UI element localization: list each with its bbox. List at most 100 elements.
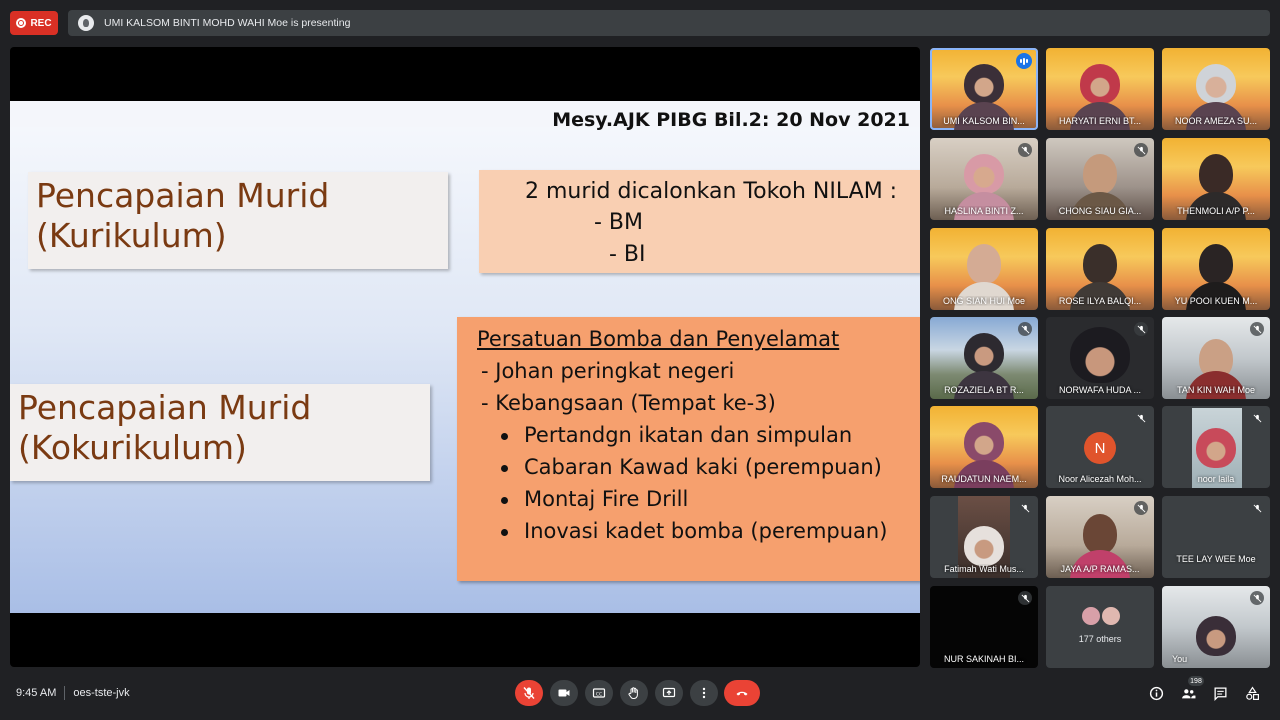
koko-bullet-item: Cabaran Kawad kaki (perempuan): [501, 455, 882, 479]
participant-video: [1196, 428, 1236, 468]
koko-heading: Persatuan Bomba dan Penyelamat: [477, 327, 840, 351]
participant-name: ONG SIAN HUI Moe: [942, 296, 1025, 306]
kokurikulum-title-box: Pencapaian Murid (Kokurikulum): [10, 384, 430, 481]
participant-name: NUR SAKINAH BI...: [943, 654, 1024, 664]
participant-tile[interactable]: UMI KALSOM BIN...: [930, 48, 1038, 130]
record-icon: [16, 18, 27, 28]
others-count: 177 others: [1078, 634, 1122, 644]
kurikulum-title-line2: (Kurikulum): [36, 216, 227, 256]
participant-tile[interactable]: TAN KIN WAH Moe: [1162, 317, 1270, 399]
kokurikulum-title-line1: Pencapaian Murid: [18, 388, 312, 427]
participant-name: JAYA A/P RAMAS...: [1060, 564, 1140, 574]
participant-tile[interactable]: HARYATI ERNI BT...: [1046, 48, 1154, 130]
clock-time: 9:45 AM: [16, 687, 57, 699]
koko-subline: - Kebangsaan (Tempat ke-3): [481, 391, 776, 415]
participant-tile[interactable]: TEE LAY WEE Moe: [1162, 496, 1270, 578]
participant-video: [1196, 64, 1236, 104]
participant-tile[interactable]: noor laila: [1162, 406, 1270, 488]
participant-tile[interactable]: NOOR AMEZA SU...: [1162, 48, 1270, 130]
participant-name: YU POOI KUEN M...: [1174, 296, 1258, 306]
speaking-indicator-icon: [1016, 53, 1032, 69]
recording-badge: REC: [10, 11, 58, 35]
participant-name: HARYATI ERNI BT...: [1058, 116, 1141, 126]
participant-name: ROSE ILYA BALQI...: [1058, 296, 1142, 306]
mic-off-icon: [1250, 591, 1264, 605]
present-icon: [662, 687, 676, 698]
participant-tile[interactable]: N Noor Alicezah Moh...: [1046, 406, 1154, 488]
participant-name: ROZAZIELA BT R...: [944, 385, 1024, 395]
participant-tile[interactable]: HASLINA BINTI Z...: [930, 138, 1038, 220]
others-avatars: [1080, 605, 1124, 627]
self-tile[interactable]: You: [1162, 586, 1270, 668]
participant-video: [1083, 154, 1117, 194]
meeting-code: oes-tste-jvk: [73, 687, 130, 699]
koko-bullet-item: Inovasi kadet bomba (perempuan): [501, 519, 887, 543]
mic-off-icon: [1250, 322, 1264, 336]
hang-up-icon: [736, 691, 748, 696]
participant-video: [1083, 514, 1117, 554]
hand-icon: [628, 687, 638, 700]
raise-hand-button[interactable]: [620, 680, 648, 706]
participant-tile[interactable]: ONG SIAN HUI Moe: [930, 228, 1038, 310]
kokurikulum-title-line2: (Kokurikulum): [18, 428, 247, 468]
mic-off-icon: [1134, 411, 1148, 425]
participant-video: [964, 64, 1004, 104]
activities-icon: [1245, 686, 1259, 700]
captions-icon: CC: [592, 688, 606, 698]
others-tile[interactable]: 177 others: [1046, 586, 1154, 668]
rec-label: REC: [30, 17, 52, 29]
participant-tile[interactable]: ROZAZIELA BT R...: [930, 317, 1038, 399]
kurikulum-line: - BI: [609, 242, 646, 267]
participant-name: THENMOLI A/P P...: [1177, 206, 1255, 216]
mic-toggle-button[interactable]: [515, 680, 543, 706]
mic-off-icon: [1018, 143, 1032, 157]
presenter-text: UMI KALSOM BINTI MOHD WAHI Moe is presen…: [104, 17, 351, 29]
mic-off-icon: [1018, 322, 1032, 336]
bullet-icon: [501, 432, 508, 440]
kurikulum-title-box: Pencapaian Murid (Kurikulum): [28, 172, 448, 269]
participant-tile[interactable]: NUR SAKINAH BI...: [930, 586, 1038, 668]
participant-name: You: [1172, 654, 1188, 664]
participant-tile[interactable]: JAYA A/P RAMAS...: [1046, 496, 1154, 578]
avatar: N: [1084, 432, 1116, 464]
presenter-banner: UMI KALSOM BINTI MOHD WAHI Moe is presen…: [68, 10, 1270, 36]
participant-name: RAUDATUN NAEM...: [941, 474, 1027, 484]
presenter-avatar: [78, 15, 94, 31]
meeting-details-button[interactable]: [1147, 684, 1165, 702]
camera-toggle-button[interactable]: [550, 680, 578, 706]
participant-tile[interactable]: Fatimah Wati Mus...: [930, 496, 1038, 578]
participant-name: NORWAFA HUDA ...: [1058, 385, 1141, 395]
participant-tile[interactable]: ROSE ILYA BALQI...: [1046, 228, 1154, 310]
koko-subline: - Johan peringkat negeri: [481, 359, 735, 383]
presentation-stage: Mesy.AJK PIBG Bil.2: 20 Nov 2021 Pencapa…: [10, 47, 920, 667]
chat-button[interactable]: [1211, 684, 1229, 702]
mic-off-icon: [1134, 143, 1148, 157]
people-button[interactable]: [1179, 684, 1197, 702]
info-icon: [1149, 686, 1163, 700]
participant-tile[interactable]: THENMOLI A/P P...: [1162, 138, 1270, 220]
chat-icon: [1214, 687, 1226, 701]
divider: [64, 686, 66, 700]
participant-video: [964, 526, 1004, 566]
kurikulum-content-box: 2 murid dicalonkan Tokoh NILAM : - BM - …: [479, 170, 920, 273]
participant-name: HASLINA BINTI Z...: [944, 206, 1024, 216]
participant-tile[interactable]: RAUDATUN NAEM...: [930, 406, 1038, 488]
participant-name: CHONG SIAU GIA...: [1058, 206, 1142, 216]
present-now-button[interactable]: [655, 680, 683, 706]
participant-tile[interactable]: CHONG SIAU GIA...: [1046, 138, 1154, 220]
leave-call-button[interactable]: [724, 680, 760, 706]
kurikulum-line: 2 murid dicalonkan Tokoh NILAM :: [525, 179, 898, 204]
more-options-button[interactable]: [690, 680, 718, 706]
captions-button[interactable]: CC: [585, 680, 613, 706]
participant-video: [964, 422, 1004, 462]
participant-tile[interactable]: YU POOI KUEN M...: [1162, 228, 1270, 310]
participant-name: NOOR AMEZA SU...: [1174, 116, 1257, 126]
activities-button[interactable]: [1243, 684, 1261, 702]
mic-off-icon: [1250, 501, 1264, 515]
participant-tile[interactable]: NORWAFA HUDA ...: [1046, 317, 1154, 399]
participant-name: TAN KIN WAH Moe: [1176, 385, 1255, 395]
kurikulum-line: - BM: [594, 210, 644, 235]
koko-bullet-item: Montaj Fire Drill: [501, 487, 688, 511]
kurikulum-title-line1: Pencapaian Murid: [36, 176, 330, 215]
bullet-icon: [501, 496, 508, 504]
